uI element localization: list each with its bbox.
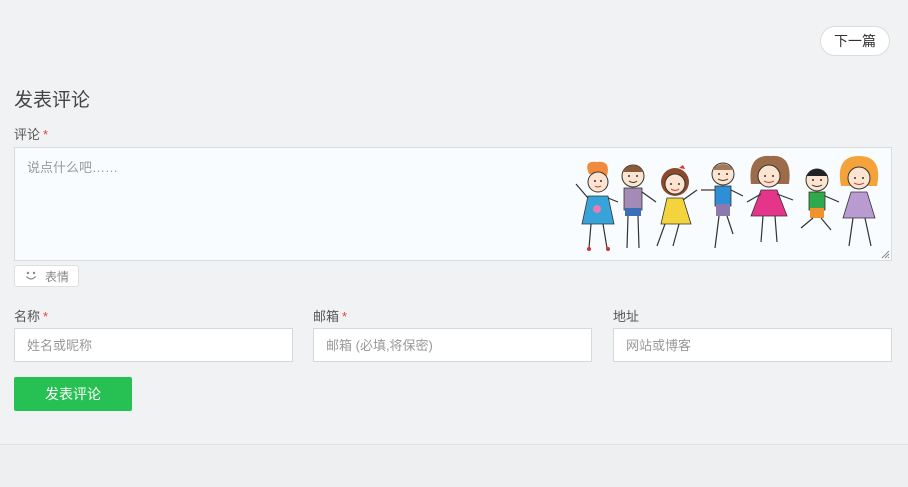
- required-mark: *: [43, 127, 49, 142]
- next-post-button[interactable]: 下一篇: [820, 26, 890, 56]
- emoji-label: 表情: [45, 269, 70, 284]
- emoji-button[interactable]: 表情: [14, 265, 79, 287]
- email-label-text: 邮箱: [313, 309, 340, 324]
- comment-textarea[interactable]: [15, 148, 891, 260]
- comment-box: [14, 147, 892, 261]
- url-label-text: 地址: [613, 309, 640, 324]
- comment-section-title: 发表评论: [14, 90, 91, 111]
- name-label-text: 名称: [14, 309, 41, 324]
- smile-icon: [26, 271, 36, 280]
- footer-band: [0, 445, 908, 487]
- required-mark: *: [342, 309, 348, 324]
- comment-page: 下一篇 发表评论 评论 * 说点什么吧…… 表情 名称 * 姓名或昵称 邮箱 *…: [0, 0, 908, 487]
- email-label: 邮箱 *: [313, 306, 347, 325]
- required-mark: *: [43, 309, 49, 324]
- submit-comment-button[interactable]: 发表评论: [14, 377, 132, 411]
- comment-label-text: 评论: [14, 127, 41, 142]
- email-input[interactable]: [313, 328, 592, 362]
- name-label: 名称 *: [14, 306, 48, 325]
- url-label: 地址: [613, 306, 639, 325]
- next-post-label: 下一篇: [834, 33, 876, 49]
- resize-handle-icon[interactable]: [881, 250, 890, 259]
- comment-label: 评论 *: [14, 124, 48, 143]
- name-input[interactable]: [14, 328, 293, 362]
- url-input[interactable]: [613, 328, 892, 362]
